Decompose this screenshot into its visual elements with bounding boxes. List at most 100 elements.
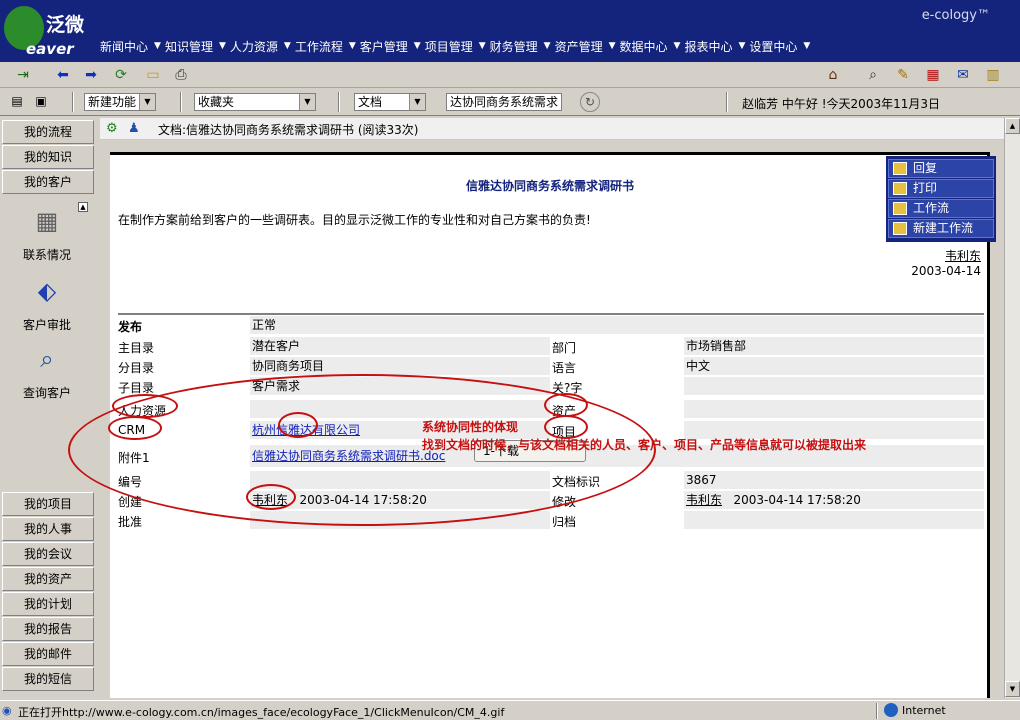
field-value: 正常 <box>250 316 984 334</box>
chevron-down-icon: ▼ <box>299 94 315 110</box>
new-workflow-button[interactable]: 新建工作流 <box>888 219 994 238</box>
field-value <box>684 377 984 395</box>
action-label: 工作流 <box>913 201 950 215</box>
window-icon[interactable]: ▥ <box>984 66 1002 84</box>
select-value: 收藏夹 <box>198 95 235 109</box>
sidebar-item-my-assets[interactable]: 我的资产 <box>2 567 94 591</box>
chevron-down-icon: ▼ <box>283 41 291 51</box>
menu-settings[interactable]: 设置中心 ▼ <box>749 36 814 56</box>
action-label: 回复 <box>913 161 938 175</box>
approval-icon[interactable]: ⬖ <box>30 276 64 306</box>
calendar-icon[interactable]: ▦ <box>30 206 64 236</box>
menu-data[interactable]: 数据中心 ▼ <box>620 36 685 56</box>
reply-button[interactable]: 回复 <box>888 159 994 178</box>
modify-time: 2003-04-14 17:58:20 <box>733 493 861 507</box>
chevron-down-icon: ▼ <box>478 41 486 51</box>
sidebar-item-my-mail[interactable]: 我的邮件 <box>2 642 94 666</box>
chevron-down-icon: ▼ <box>409 94 425 110</box>
product-name: e-cology™ <box>921 8 990 23</box>
scroll-down-icon[interactable]: ▼ <box>1005 681 1020 697</box>
sidebar-item-my-reports[interactable]: 我的报告 <box>2 617 94 641</box>
chevron-down-icon: ▼ <box>139 94 155 110</box>
search-go-icon[interactable]: ↻ <box>580 92 600 112</box>
sidebar-item-my-meetings[interactable]: 我的会议 <box>2 542 94 566</box>
menu-label: 工作流程 <box>294 39 343 54</box>
view-list-icon[interactable]: ▤ <box>8 92 26 110</box>
print-icon <box>893 182 907 195</box>
left-sidebar: 我的流程 我的知识 我的客户 ▲ ▦ 联系情况 ⬖ 客户审批 ⌕ 查询客户 我的… <box>0 118 98 698</box>
collapse-icon[interactable]: ▲ <box>78 202 88 212</box>
back-arrow-icon[interactable]: ⬅ <box>54 66 72 84</box>
menu-finance[interactable]: 财务管理 ▼ <box>490 36 555 56</box>
refresh-icon[interactable]: ⟳ <box>112 66 130 84</box>
status-bar: ◉ 正在打开http://www.e-cology.com.cn/images_… <box>0 700 1020 720</box>
field-row: 主目录 潜在客户 部门 市场销售部 <box>118 337 984 355</box>
favorites-select[interactable]: 收藏夹 ▼ <box>194 93 316 111</box>
field-label: 主目录 <box>118 341 155 355</box>
menu-workflow[interactable]: 工作流程 ▼ <box>295 36 360 56</box>
sidebar-link-query[interactable]: 查询客户 <box>0 384 94 401</box>
edit-icon[interactable]: ✎ <box>894 66 912 84</box>
menu-news[interactable]: 新闻中心 ▼ <box>100 36 165 56</box>
reply-icon <box>893 162 907 175</box>
toolbar-divider <box>726 92 728 112</box>
sidebar-item-my-customers[interactable]: 我的客户 <box>2 170 94 194</box>
search-doc-icon[interactable]: ⌕ <box>864 66 882 84</box>
print-button[interactable]: 打印 <box>888 179 994 198</box>
view-detail-icon[interactable]: ▣ <box>32 92 50 110</box>
menu-label: 知识管理 <box>164 39 213 54</box>
field-value: 潜在客户 <box>250 337 550 355</box>
field-label: 发布 <box>118 320 143 334</box>
menu-reports[interactable]: 报表中心 ▼ <box>684 36 749 56</box>
vertical-scrollbar[interactable]: ▲ ▼ <box>1004 118 1020 698</box>
sidebar-item-my-plans[interactable]: 我的计划 <box>2 592 94 616</box>
menu-customer[interactable]: 客户管理 ▼ <box>360 36 425 56</box>
menu-knowledge[interactable]: 知识管理 ▼ <box>165 36 230 56</box>
sidebar-item-my-sms[interactable]: 我的短信 <box>2 667 94 691</box>
search-customer-icon[interactable]: ⌕ <box>30 344 64 374</box>
home-icon[interactable]: ⌂ <box>824 66 842 84</box>
weaver-logo: 泛微 eaver <box>0 0 96 62</box>
new-function-select[interactable]: 新建功能 ▼ <box>84 93 156 111</box>
modifier-link[interactable]: 韦利东 <box>686 493 722 507</box>
icon-toolbar: ⇥ ⬅ ➡ ⟳ ▭ ⎙ ⌂ ⌕ ✎ ▦ ✉ ▥ <box>0 62 1020 88</box>
workflow-button[interactable]: 工作流 <box>888 199 994 218</box>
gears-icon: ⚙ <box>106 121 118 136</box>
annotation-ring-company <box>278 412 318 438</box>
sidebar-item-my-knowledge[interactable]: 我的知识 <box>2 145 94 169</box>
new-workflow-icon <box>893 222 907 235</box>
search-input[interactable]: 达协同商务系统需求 <box>446 93 562 111</box>
field-value: 协同商务项目 <box>250 357 550 375</box>
action-label: 打印 <box>913 181 938 195</box>
field-value: 市场销售部 <box>684 337 984 355</box>
menu-label: 客户管理 <box>359 39 408 54</box>
document-description: 在制作方案前给到客户的一些调研表。目的显示泛微工作的专业性和对自己方案书的负责! <box>118 213 591 227</box>
mail-icon[interactable]: ✉ <box>954 66 972 84</box>
field-row: 分目录 协同商务项目 语言 中文 <box>118 357 984 375</box>
top-navigation-bar: 泛微 eaver e-cology™ 新闻中心 ▼ 知识管理 ▼ 人力资源 ▼ 工作流… <box>0 0 1020 62</box>
forward-arrow-icon[interactable]: ➡ <box>82 66 100 84</box>
sidebar-item-my-projects[interactable]: 我的项目 <box>2 492 94 516</box>
annotation-title: 系统协同性的体现 <box>422 420 519 434</box>
scroll-up-icon[interactable]: ▲ <box>1005 118 1020 134</box>
sidebar-link-approval[interactable]: 客户审批 <box>0 316 94 333</box>
menu-label: 设置中心 <box>749 39 798 54</box>
printer-icon[interactable]: ⎙ <box>172 66 190 84</box>
folder-icon[interactable]: ▭ <box>144 66 162 84</box>
menu-hr[interactable]: 人力资源 ▼ <box>230 36 295 56</box>
calendar-icon[interactable]: ▦ <box>924 66 942 84</box>
logout-icon[interactable]: ⇥ <box>14 66 32 84</box>
author-link[interactable]: 韦利东 <box>945 247 981 264</box>
annotation-ring-asset <box>544 393 588 417</box>
sidebar-item-my-flow[interactable]: 我的流程 <box>2 120 94 144</box>
status-divider <box>876 703 878 719</box>
sidebar-item-my-hr[interactable]: 我的人事 <box>2 517 94 541</box>
sidebar-link-contact[interactable]: 联系情况 <box>0 246 94 263</box>
document-title: 信雅达协同商务系统需求调研书 <box>465 179 634 193</box>
field-label: 分目录 <box>118 361 155 375</box>
doc-type-select[interactable]: 文档 ▼ <box>354 93 426 111</box>
main-menu: 新闻中心 ▼ 知识管理 ▼ 人力资源 ▼ 工作流程 ▼ 客户管理 ▼ 项目管理 ▼ 财务管理… <box>100 36 814 56</box>
menu-project[interactable]: 项目管理 ▼ <box>425 36 490 56</box>
field-label: 归档 <box>552 515 577 529</box>
menu-assets[interactable]: 资产管理 ▼ <box>555 36 620 56</box>
